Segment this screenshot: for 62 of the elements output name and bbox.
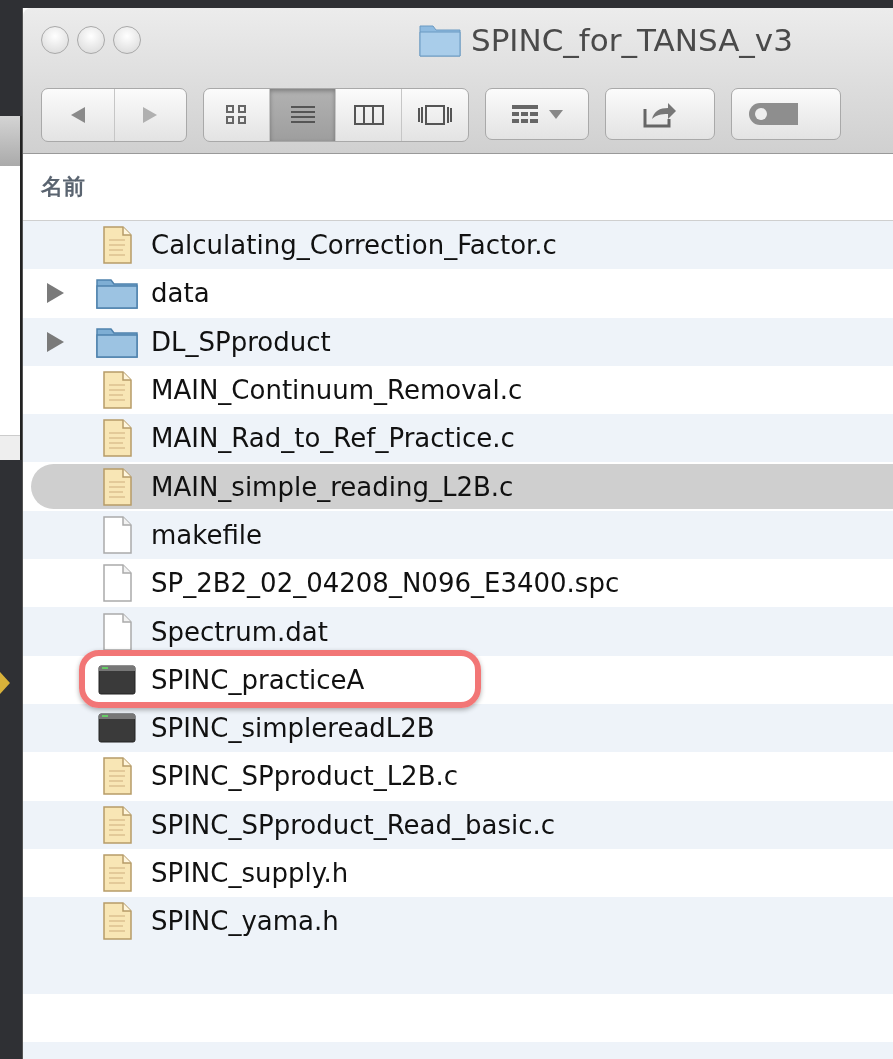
list-row[interactable]: SPINC_simplereadL2B <box>23 703 893 753</box>
list-row[interactable]: SPINC_supply.h <box>23 848 893 898</box>
list-row[interactable]: MAIN_Rad_to_Ref_Practice.c <box>23 414 893 463</box>
list-row[interactable]: SPINC_yama.h <box>23 897 893 946</box>
terminal-icon <box>98 713 136 744</box>
close-button[interactable] <box>41 26 69 54</box>
cover-flow-icon <box>417 104 453 126</box>
file-name[interactable]: data <box>149 278 210 309</box>
disclosure-triangle-icon[interactable] <box>45 330 65 353</box>
columns-icon <box>352 104 385 126</box>
file-name[interactable]: SPINC_yama.h <box>149 906 339 937</box>
list-row[interactable]: SPINC_SPproduct_L2B.c <box>23 752 893 801</box>
share-button[interactable] <box>605 88 715 140</box>
file-name[interactable]: MAIN_Continuum_Removal.c <box>149 375 523 406</box>
list-row[interactable]: MAIN_Continuum_Removal.c <box>23 365 893 415</box>
text-document-icon <box>101 805 133 844</box>
list-row[interactable]: MAIN_simple_reading_L2B.c <box>23 462 893 511</box>
blank-document-icon <box>101 515 133 554</box>
file-name[interactable]: SPINC_supply.h <box>149 858 349 888</box>
terminal-icon <box>98 664 136 695</box>
file-name[interactable]: SPINC_simplereadL2B <box>149 713 435 744</box>
list-row[interactable]: SPINC_SPproduct_Read_basic.c <box>23 800 893 849</box>
view-switcher[interactable] <box>203 88 469 142</box>
toolbar-icon <box>548 108 564 120</box>
file-name[interactable]: Spectrum.dat <box>149 616 328 647</box>
file-name[interactable]: SPINC_practiceA <box>149 664 365 695</box>
text-document-icon <box>101 419 133 458</box>
file-name[interactable]: SPINC_SPproduct_Read_basic.c <box>149 809 556 840</box>
blank-document-icon <box>101 564 133 603</box>
list-row[interactable]: data <box>23 269 893 318</box>
text-document-icon <box>101 757 133 796</box>
zoom-button[interactable] <box>113 26 141 54</box>
file-name[interactable]: MAIN_Rad_to_Ref_Practice.c <box>149 423 515 454</box>
minimize-button[interactable] <box>77 26 105 54</box>
text-document-icon <box>101 371 133 410</box>
folder-icon <box>419 23 461 57</box>
list-row[interactable]: Spectrum.dat <box>23 607 893 656</box>
window-title: SPINC_for_TANSA_v3 <box>471 22 793 58</box>
text-document-icon <box>101 467 133 506</box>
disclosure-triangle-icon[interactable] <box>45 282 65 305</box>
list-view-button[interactable] <box>270 89 336 141</box>
text-document-icon <box>101 226 133 265</box>
file-name[interactable]: SP_2B2_02_04208_N096_E3400.spc <box>149 568 620 599</box>
list-row[interactable]: Calculating_Correction_Factor.c <box>23 221 893 270</box>
list-row[interactable]: DL_SPproduct <box>23 317 893 366</box>
file-name[interactable]: SPINC_SPproduct_L2B.c <box>149 761 459 792</box>
file-name[interactable]: DL_SPproduct <box>149 326 331 357</box>
list-row[interactable]: makefile <box>23 510 893 560</box>
tag-button[interactable] <box>731 88 841 140</box>
list-row[interactable]: SP_2B2_02_04208_N096_E3400.spc <box>23 559 893 608</box>
file-name[interactable]: makefile <box>149 519 262 550</box>
text-document-icon <box>101 854 133 892</box>
file-name[interactable]: MAIN_simple_reading_L2B.c <box>149 471 514 502</box>
list-icon <box>288 104 317 126</box>
toolbar-icon <box>748 101 798 127</box>
blank-document-icon <box>101 612 133 651</box>
folder-icon <box>95 276 139 311</box>
list-row[interactable]: SPINC_practiceA <box>23 655 893 704</box>
text-document-icon <box>101 902 133 941</box>
file-name[interactable]: Calculating_Correction_Factor.c <box>149 230 557 261</box>
arrange-button[interactable] <box>485 88 589 140</box>
toolbar-icon <box>510 103 540 125</box>
